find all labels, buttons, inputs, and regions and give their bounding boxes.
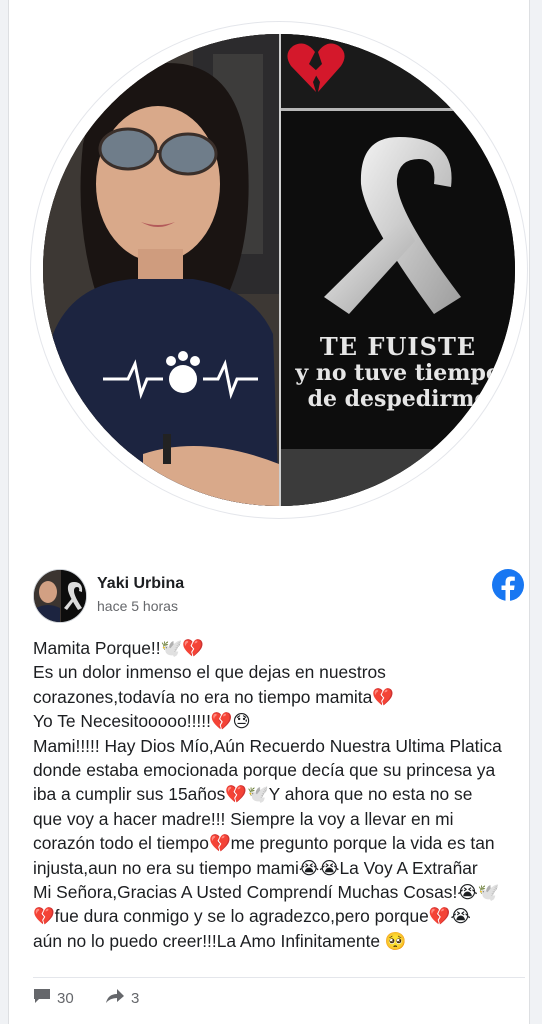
post-text-line: aún no lo puedo creer!!!La Amo Infinitam… xyxy=(33,930,407,951)
share-icon xyxy=(105,988,125,1008)
memorial-text-line: TE FUISTE xyxy=(319,332,477,361)
author-avatar[interactable] xyxy=(33,569,87,623)
post-text-line: donde estaba emocionada porque decía que… xyxy=(33,760,496,781)
comments-count-button[interactable]: 30 xyxy=(33,988,74,1008)
facebook-icon[interactable] xyxy=(491,568,525,607)
ribbon-icon xyxy=(324,137,461,314)
post-text-line: injusta,aun no era su tiempo mami😭😭La Vo… xyxy=(33,857,478,878)
post-text-line: iba a cumplir sus 15años💔🕊️Y ahora que n… xyxy=(33,784,473,805)
memorial-text-line: y no tuve tiempo xyxy=(295,360,501,386)
post-text-line: 💔fue dura conmigo y se lo agradezco,pero… xyxy=(33,906,471,927)
profile-picture-frame: TE FUISTE y no tuve tiempo de despedirme xyxy=(31,22,527,518)
comments-count: 30 xyxy=(57,989,74,1007)
memorial-text: TE FUISTE y no tuve tiempo de despedirme xyxy=(281,332,515,413)
memorial-panel: TE FUISTE y no tuve tiempo de despedirme xyxy=(281,34,515,506)
shares-count-button[interactable]: 3 xyxy=(105,988,139,1008)
broken-heart-icon xyxy=(287,42,345,99)
author-name[interactable]: Yaki Urbina xyxy=(97,575,184,593)
post-text-line: corazones,todavía no era no tiempo mamit… xyxy=(33,686,394,707)
strip-line xyxy=(281,108,515,111)
bottom-strip xyxy=(281,449,515,506)
post-body: Mamita Porque!!🕊️💔 Es un dolor inmenso e… xyxy=(33,636,533,953)
post-text-line: corazón todo el tiempo💔me pregunto porqu… xyxy=(33,833,495,854)
profile-picture[interactable]: TE FUISTE y no tuve tiempo de despedirme xyxy=(43,34,515,506)
post-text-line: que voy a hacer madre!!! Siempre la voy … xyxy=(33,808,454,829)
footer-divider xyxy=(33,977,525,978)
post-text-line: Es un dolor inmenso el que dejas en nues… xyxy=(33,662,386,683)
photo-woman xyxy=(43,34,279,506)
post-text-line: Mamita Porque!!🕊️💔 xyxy=(33,638,204,658)
post-timestamp[interactable]: hace 5 horas xyxy=(97,598,178,614)
post-card: TE FUISTE y no tuve tiempo de despedirme… xyxy=(8,0,530,1024)
shares-count: 3 xyxy=(131,989,140,1007)
comment-icon xyxy=(33,988,51,1008)
post-text-line: Mi Señora,Gracias A Usted Comprendí Much… xyxy=(33,882,500,903)
post-text-line: Mami!!!!! Hay Dios Mío,Aún Recuerdo Nues… xyxy=(33,735,502,756)
post-text-line: Yo Te Necesitooooo!!!!!💔😓 xyxy=(33,711,251,732)
memorial-text-line: de despedirme xyxy=(307,386,489,412)
